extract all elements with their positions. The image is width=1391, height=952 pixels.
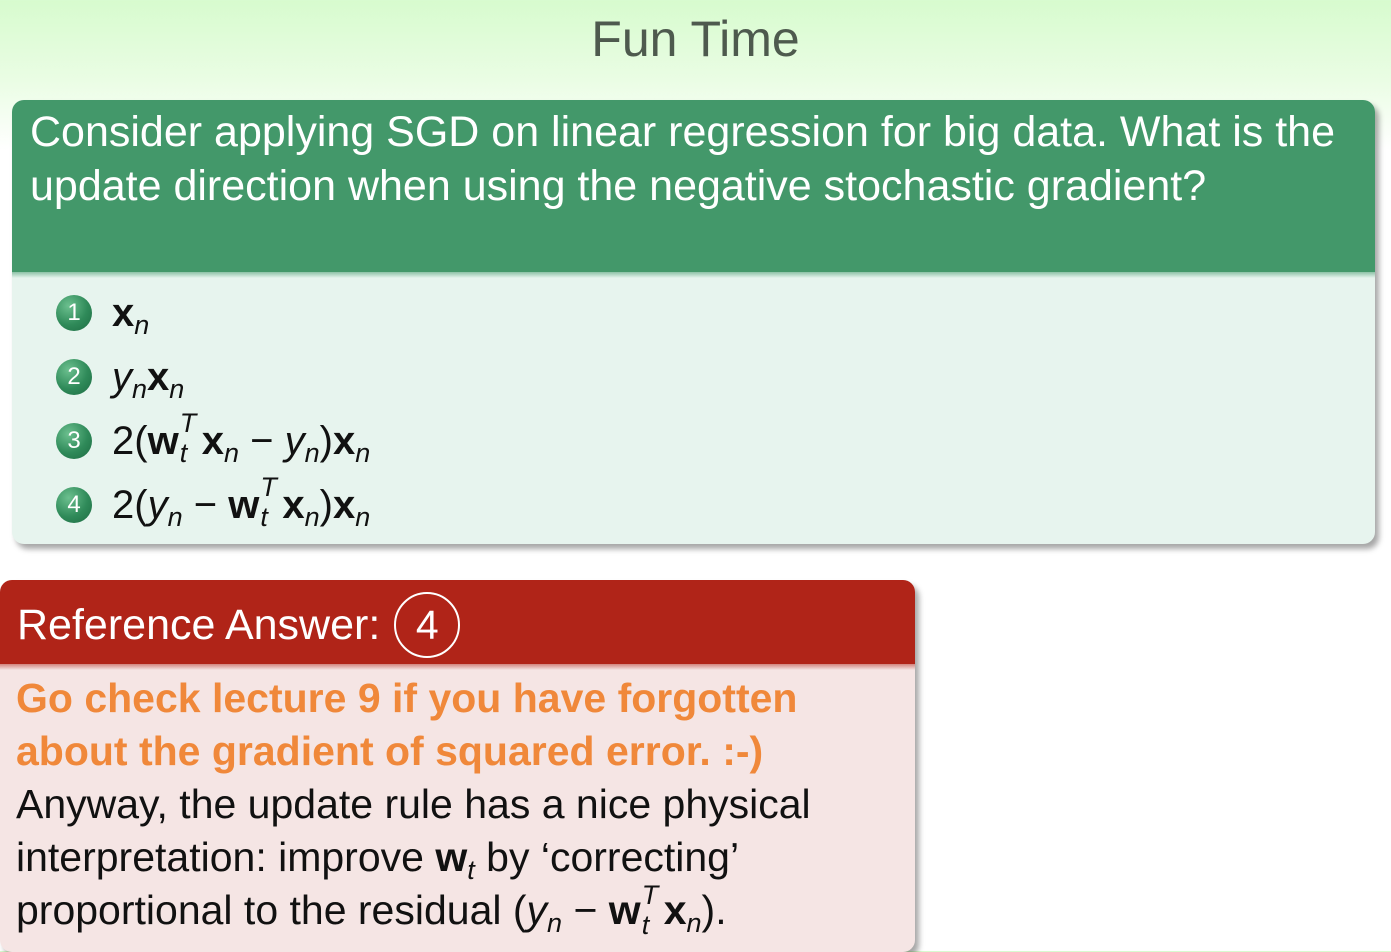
answer-body: Go check lecture 9 if you have forgotten… xyxy=(16,672,896,940)
answer-title: Reference Answer: 4 xyxy=(17,592,461,658)
question-block: Consider applying SGD on linear regressi… xyxy=(12,100,1375,544)
option-number-badge: 2 xyxy=(56,359,92,395)
answer-value-badge: 4 xyxy=(394,592,461,658)
option-1-formula: xn xyxy=(112,291,150,340)
slide-title: Fun Time xyxy=(591,11,800,67)
option-3-formula: 2(w Tt xn − yn)xn xyxy=(112,408,371,468)
answer-heading: Reference Answer: xyxy=(17,600,381,649)
answer-highlight: Go check lecture 9 if you have forgotten… xyxy=(16,675,798,774)
option-4-formula: 2(yn − w Tt xn)xn xyxy=(112,472,371,532)
answer-explanation: Anyway, the update rule has a nice physi… xyxy=(16,781,811,940)
option-4: 4 2(yn − w Tt xn)xn xyxy=(56,472,371,532)
option-3: 3 2(w Tt xn − yn)xn xyxy=(56,408,371,468)
question-text: Consider applying SGD on linear regressi… xyxy=(30,108,1336,210)
option-number-badge: 4 xyxy=(56,487,92,523)
option-1: 1 xn xyxy=(56,288,150,340)
option-number-badge: 3 xyxy=(56,423,92,459)
option-number-badge: 1 xyxy=(56,295,92,331)
answer-block: Reference Answer: 4 Go check lecture 9 i… xyxy=(0,580,915,952)
option-2: 2 ynxn xyxy=(56,352,185,404)
option-2-formula: ynxn xyxy=(112,355,185,404)
